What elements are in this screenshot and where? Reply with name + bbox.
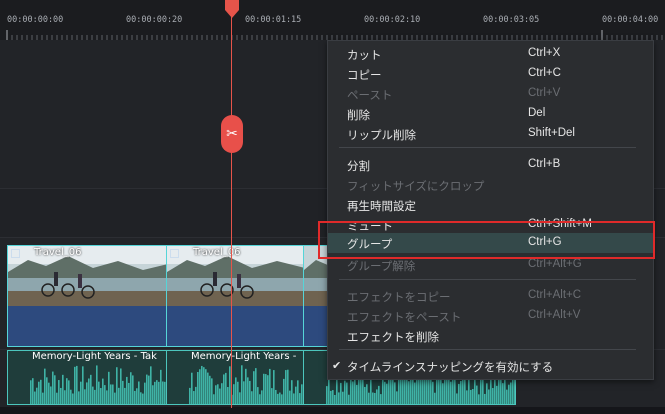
menu-item-shortcut: Ctrl+B — [528, 158, 561, 170]
menu-item-label: 削除 — [347, 108, 370, 122]
clip-select-icon — [11, 249, 20, 258]
playhead-line[interactable] — [231, 8, 232, 408]
context-menu: カット Ctrl+X コピー Ctrl+C ペースト Ctrl+V 削除 Del… — [327, 40, 654, 380]
video-clip[interactable]: Travel_06 — [7, 245, 167, 347]
menu-separator — [339, 279, 636, 280]
menu-item-label: タイムラインスナッピングを有効にする — [347, 360, 554, 374]
clip-body — [167, 306, 303, 346]
audio-waveform — [30, 365, 166, 404]
menu-separator — [339, 349, 636, 350]
menu-separator — [339, 147, 636, 148]
menu-item-cut[interactable]: カット Ctrl+X — [328, 44, 653, 64]
annotation-highlight-box — [318, 221, 655, 259]
playhead-handle[interactable] — [224, 0, 240, 18]
menu-item-shortcut: Shift+Del — [528, 127, 575, 139]
menu-item-label: コピー — [347, 68, 382, 82]
menu-item-label: エフェクトをコピー — [347, 290, 451, 304]
menu-item-crop-to-fit[interactable]: フィットサイズにクロップ — [328, 175, 653, 195]
menu-item-shortcut: Ctrl+C — [528, 67, 561, 79]
ruler-timestamp: 00:00:01:15 — [245, 15, 302, 25]
clip-body — [8, 306, 166, 346]
checkmark-icon: ✔ — [332, 359, 342, 372]
menu-item-shortcut: Ctrl+Alt+V — [528, 309, 581, 321]
menu-item-label: リップル削除 — [347, 128, 416, 142]
menu-item-ripple-delete[interactable]: リップル削除 Shift+Del — [328, 124, 653, 144]
scissors-icon[interactable]: ✂ — [221, 115, 243, 153]
menu-item-paste-effects[interactable]: エフェクトをペースト Ctrl+Alt+V — [328, 306, 653, 326]
menu-item-label: ペースト — [347, 88, 393, 102]
menu-item-shortcut: Ctrl+X — [528, 47, 561, 59]
audio-clip[interactable]: Memory-Light Years - Tak — [7, 350, 167, 405]
menu-item-label: グループ解除 — [347, 259, 416, 273]
ruler-timestamp: 00:00:03:05 — [483, 15, 540, 25]
menu-item-copy[interactable]: コピー Ctrl+C — [328, 64, 653, 84]
timeline-scrollbar[interactable] — [0, 407, 665, 414]
clip-label: Memory-Light Years - Tak — [32, 351, 157, 362]
clip-label: Memory-Light Years - — [191, 351, 297, 362]
menu-item-label: フィットサイズにクロップ — [347, 179, 485, 193]
menu-item-label: 分割 — [347, 159, 370, 173]
ruler-timestamp: 00:00:00:00 — [7, 15, 64, 25]
video-thumbnail — [8, 246, 166, 306]
menu-item-shortcut: Ctrl+Alt+C — [528, 289, 582, 301]
ruler-timestamp: 00:00:04:00 — [602, 15, 659, 25]
menu-item-shortcut: Ctrl+V — [528, 87, 561, 99]
video-clip[interactable] — [303, 245, 329, 347]
menu-item-label: エフェクトを削除 — [347, 330, 439, 344]
menu-item-label: エフェクトをペースト — [347, 310, 462, 324]
clip-label: Travel_06 — [34, 247, 82, 258]
menu-item-delete-effects[interactable]: エフェクトを削除 — [328, 326, 653, 346]
menu-item-copy-effects[interactable]: エフェクトをコピー Ctrl+Alt+C — [328, 286, 653, 306]
ruler-timestamp: 00:00:00:20 — [126, 15, 183, 25]
clip-select-icon — [170, 249, 179, 258]
menu-item-shortcut: Ctrl+Alt+G — [528, 258, 582, 270]
menu-item-label: 再生時間設定 — [347, 199, 416, 213]
clip-body — [304, 306, 328, 346]
menu-item-label: カット — [347, 48, 382, 62]
menu-item-split[interactable]: 分割 Ctrl+B — [328, 155, 653, 175]
menu-item-paste[interactable]: ペースト Ctrl+V — [328, 84, 653, 104]
menu-item-duration[interactable]: 再生時間設定 — [328, 195, 653, 215]
ruler-ticks — [6, 30, 663, 40]
video-clip[interactable]: Travel_06 — [166, 245, 304, 347]
clip-label: Travel_06 — [193, 247, 241, 258]
menu-item-timeline-snapping[interactable]: ✔ タイムラインスナッピングを有効にする — [328, 356, 653, 376]
menu-item-shortcut: Del — [528, 107, 546, 119]
menu-item-delete[interactable]: 削除 Del — [328, 104, 653, 124]
timeline-ruler[interactable]: 00:00:00:00 00:00:00:20 00:00:01:15 00:0… — [0, 0, 665, 40]
ruler-timestamp: 00:00:02:10 — [364, 15, 421, 25]
audio-clip[interactable]: Memory-Light Years - — [166, 350, 304, 405]
audio-waveform — [189, 365, 303, 404]
